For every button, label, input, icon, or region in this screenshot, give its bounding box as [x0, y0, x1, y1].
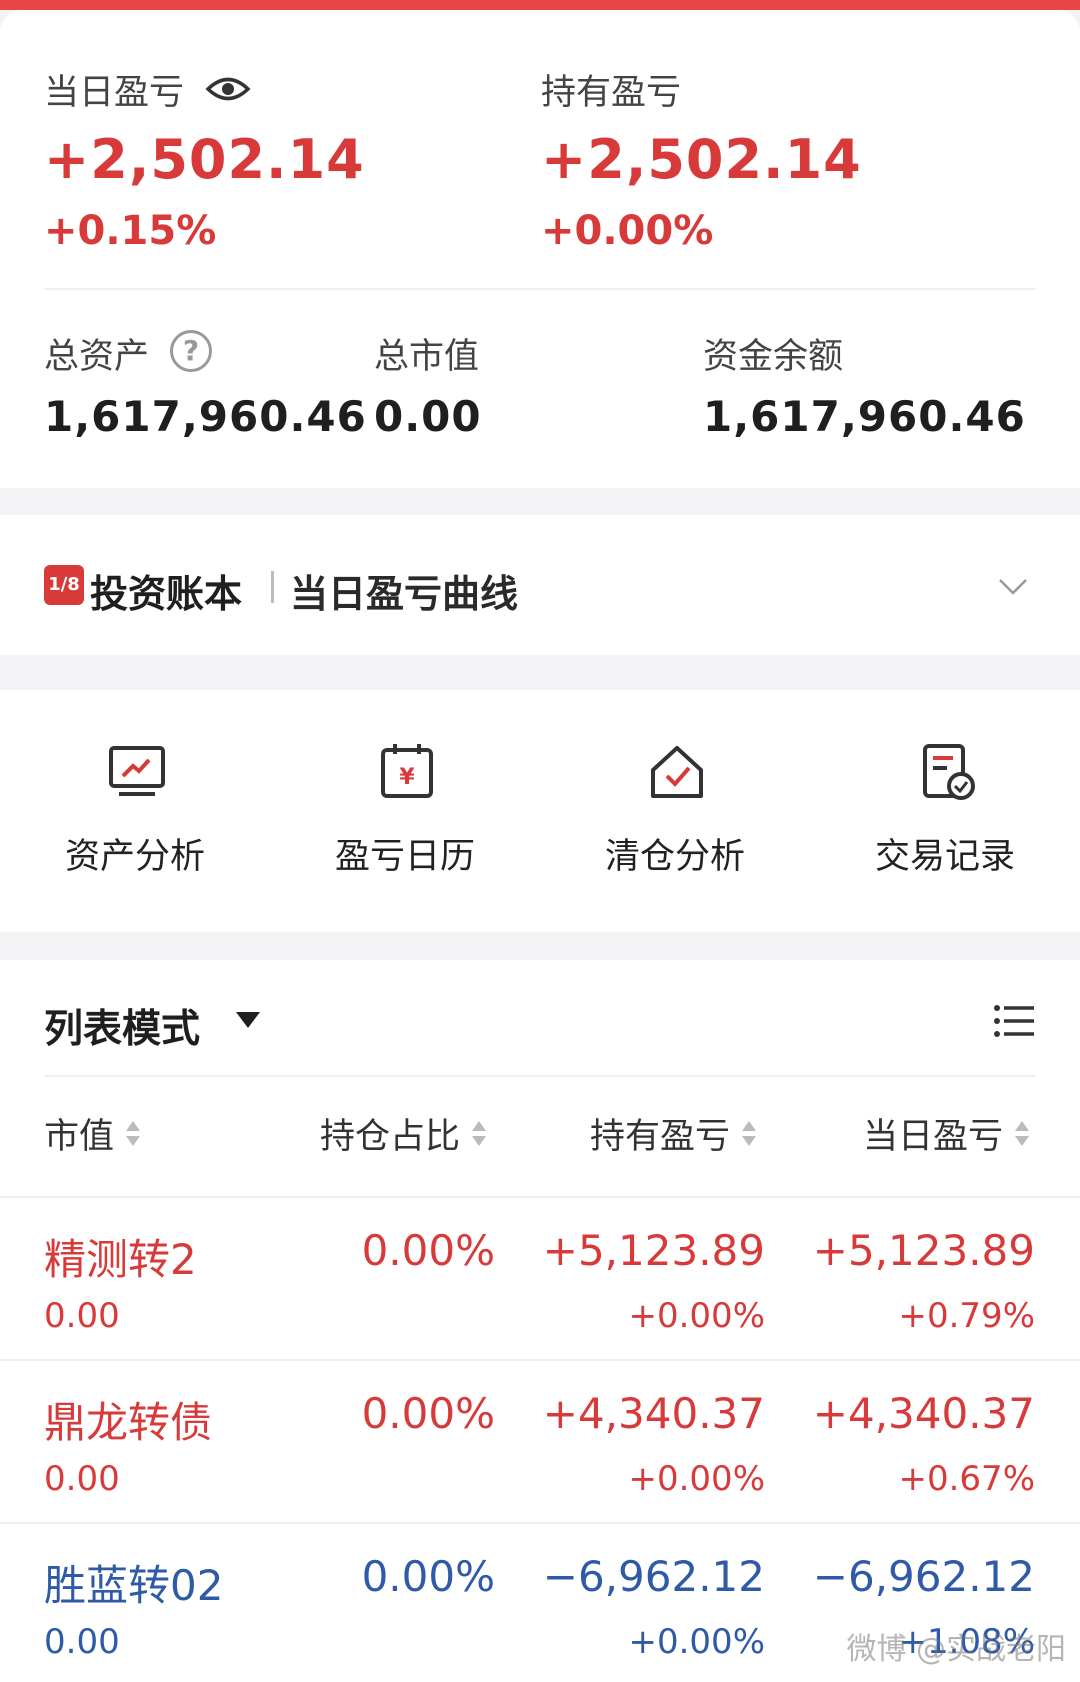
summary-divider — [44, 288, 1036, 290]
top-accent-bar — [0, 0, 1080, 10]
position-ratio: 0.00% — [361, 1552, 495, 1601]
daily-pl: −6,962.12 — [812, 1552, 1035, 1601]
tools-grid: 资产分析 ¥ 盈亏日历 清仓分析 交易记录 — [0, 690, 1080, 932]
tool-pl-calendar[interactable]: ¥ 盈亏日历 — [270, 690, 540, 932]
daily-pl-pct: +0.15% — [44, 208, 217, 254]
column-label: 市值 — [44, 1117, 115, 1157]
tool-label: 资产分析 — [64, 837, 205, 877]
bond-name: 鼎龙转债 — [44, 1398, 213, 1447]
holding-pl-pct: +0.00% — [541, 208, 714, 254]
total-assets-value: 1,617,960.46 — [44, 392, 367, 441]
market-value-label: 总市值 — [374, 337, 480, 377]
column-label: 当日盈亏 — [863, 1117, 1004, 1157]
total-assets-label: 总资产 — [44, 337, 150, 377]
daily-pl-label: 当日盈亏 — [44, 73, 185, 113]
sort-icon — [742, 1119, 757, 1149]
house-check-icon — [651, 746, 703, 798]
ledger-separator — [271, 571, 274, 603]
bond-name: 胜蓝转02 — [44, 1561, 224, 1610]
calendar-yen-icon: ¥ — [381, 744, 433, 798]
watermark: 微博 @实战老阳 — [846, 1632, 1066, 1667]
column-header-holding-pl[interactable]: 持有盈亏 — [590, 1108, 757, 1159]
sort-icon — [126, 1119, 141, 1149]
tool-label: 清仓分析 — [604, 837, 745, 877]
holding-pl-pct: +0.00% — [628, 1622, 766, 1662]
daily-pl-pct: +0.79% — [898, 1296, 1036, 1336]
table-row[interactable]: 鼎龙转债 0.00 0.00% +4,340.37 +0.00% +4,340.… — [0, 1359, 1080, 1522]
investment-ledger-bar[interactable]: 1∕8 投资账本 当日盈亏曲线 — [0, 515, 1080, 655]
column-label: 持有盈亏 — [590, 1117, 731, 1157]
ledger-title: 投资账本 — [90, 572, 243, 616]
holdings-list-card: 列表模式 市值 持仓占比 持有盈亏 当日盈亏 精测转2 0.00 0.00% +… — [0, 960, 1080, 1682]
svg-text:¥: ¥ — [399, 765, 415, 790]
daily-pl: +5,123.89 — [812, 1226, 1035, 1275]
market-value: 0.00 — [44, 1296, 120, 1336]
holding-pl-pct: +0.00% — [628, 1459, 766, 1499]
cash-label: 资金余额 — [703, 337, 844, 377]
daily-pl-value: +2,502.14 — [44, 128, 365, 191]
column-header-position-ratio[interactable]: 持仓占比 — [320, 1108, 487, 1159]
market-value: 0.00 — [44, 1622, 120, 1662]
tool-clearance-analysis[interactable]: 清仓分析 — [540, 690, 810, 932]
caret-down-icon[interactable] — [236, 1012, 260, 1028]
daily-pl-pct: +0.67% — [898, 1459, 1036, 1499]
cash-value: 1,617,960.46 — [703, 392, 1026, 441]
position-ratio: 0.00% — [361, 1389, 495, 1438]
account-summary-card: 当日盈亏 +2,502.14 +0.15% 持有盈亏 +2,502.14 +0.… — [0, 10, 1080, 488]
ledger-subtitle: 当日盈亏曲线 — [290, 572, 519, 616]
list-menu-icon[interactable] — [994, 1004, 1034, 1038]
tool-label: 交易记录 — [874, 837, 1015, 877]
holding-pl: +5,123.89 — [542, 1226, 765, 1275]
list-mode-selector[interactable]: 列表模式 — [44, 998, 200, 1054]
ledger-logo: 1∕8 — [44, 565, 84, 605]
holding-pl: +4,340.37 — [542, 1389, 765, 1438]
market-value: 0.00 — [44, 1459, 120, 1499]
sort-icon — [472, 1119, 487, 1149]
holding-pl: −6,962.12 — [542, 1552, 765, 1601]
eye-icon[interactable] — [205, 74, 251, 104]
chart-monitor-icon — [109, 746, 165, 796]
sort-icon — [1015, 1119, 1030, 1149]
tool-label: 盈亏日历 — [334, 837, 475, 877]
market-value-value: 0.00 — [374, 392, 482, 441]
chevron-down-icon[interactable] — [998, 571, 1028, 601]
holding-pl-label: 持有盈亏 — [541, 73, 682, 113]
column-header-daily-pl[interactable]: 当日盈亏 — [863, 1108, 1030, 1159]
holding-pl-value: +2,502.14 — [541, 128, 862, 191]
table-row[interactable]: 精测转2 0.00 0.00% +5,123.89 +0.00% +5,123.… — [0, 1196, 1080, 1359]
document-check-icon — [923, 744, 975, 800]
tool-trade-records[interactable]: 交易记录 — [810, 690, 1080, 932]
holding-pl-pct: +0.00% — [628, 1296, 766, 1336]
bond-name: 精测转2 — [44, 1235, 197, 1284]
position-ratio: 0.00% — [361, 1226, 495, 1275]
column-label: 持仓占比 — [320, 1117, 461, 1157]
help-icon[interactable]: ? — [170, 330, 212, 372]
daily-pl: +4,340.37 — [812, 1389, 1035, 1438]
list-divider — [44, 1075, 1036, 1077]
tool-asset-analysis[interactable]: 资产分析 — [0, 690, 270, 932]
column-header-market-value[interactable]: 市值 — [44, 1108, 141, 1159]
